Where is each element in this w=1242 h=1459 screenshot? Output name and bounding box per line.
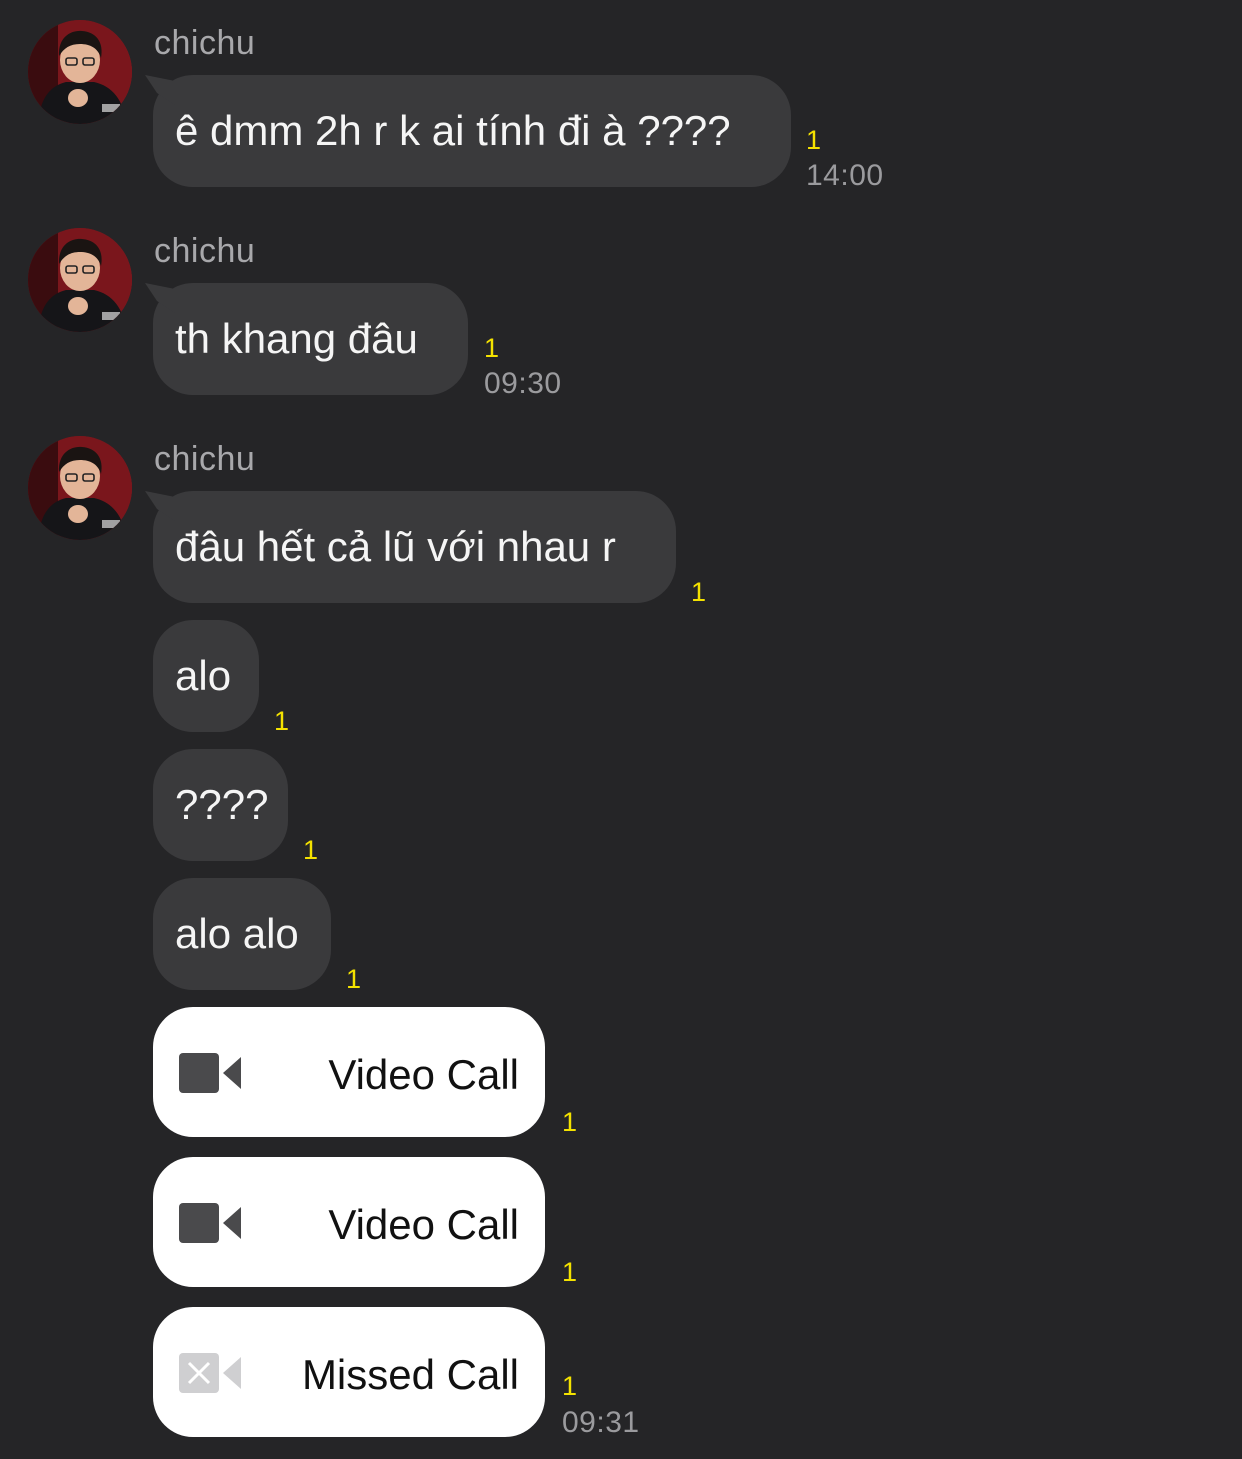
sender-name: chichu (154, 440, 256, 478)
avatar-photo (28, 436, 132, 540)
message-time: 09:31 (562, 1406, 640, 1439)
read-count: 1 (303, 835, 319, 865)
message-bubble[interactable]: th khang đâu (153, 283, 468, 395)
message-bubble[interactable]: alo alo (153, 878, 331, 990)
avatar-photo (28, 20, 132, 124)
message-time: 14:00 (806, 159, 884, 192)
sender-name: chichu (154, 232, 256, 270)
avatar[interactable] (28, 436, 132, 540)
avatar[interactable] (28, 20, 132, 124)
read-count: 1 (274, 706, 290, 736)
read-count: 1 (562, 1257, 578, 1287)
message-time: 09:30 (484, 367, 562, 400)
read-count: 1 (484, 333, 500, 363)
sender-name: chichu (154, 24, 256, 62)
read-count: 1 (562, 1371, 578, 1401)
message-bubble[interactable]: alo (153, 620, 259, 732)
call-label: Video Call (328, 1051, 519, 1098)
read-count: 1 (346, 964, 362, 994)
video-call-card[interactable]: Video Call (153, 1007, 545, 1137)
call-label: Missed Call (301, 1351, 519, 1398)
missed-video-call-icon (179, 1353, 241, 1393)
avatar[interactable] (28, 228, 132, 332)
message-bubble[interactable]: đâu hết cả lũ với nhau r (153, 491, 676, 603)
message-bubble[interactable]: ê dmm 2h r k ai tính đi à ???? (153, 75, 791, 187)
read-count: 1 (562, 1107, 578, 1137)
avatar-photo (28, 228, 132, 332)
video-call-card[interactable]: Video Call (153, 1157, 545, 1287)
call-label: Video Call (328, 1201, 519, 1248)
missed-call-card[interactable]: Missed Call (153, 1307, 545, 1437)
video-camera-icon (179, 1053, 241, 1093)
message-bubble[interactable]: ???? (153, 749, 288, 861)
read-count: 1 (691, 577, 707, 607)
read-count: 1 (806, 125, 822, 155)
video-camera-icon (179, 1203, 241, 1243)
